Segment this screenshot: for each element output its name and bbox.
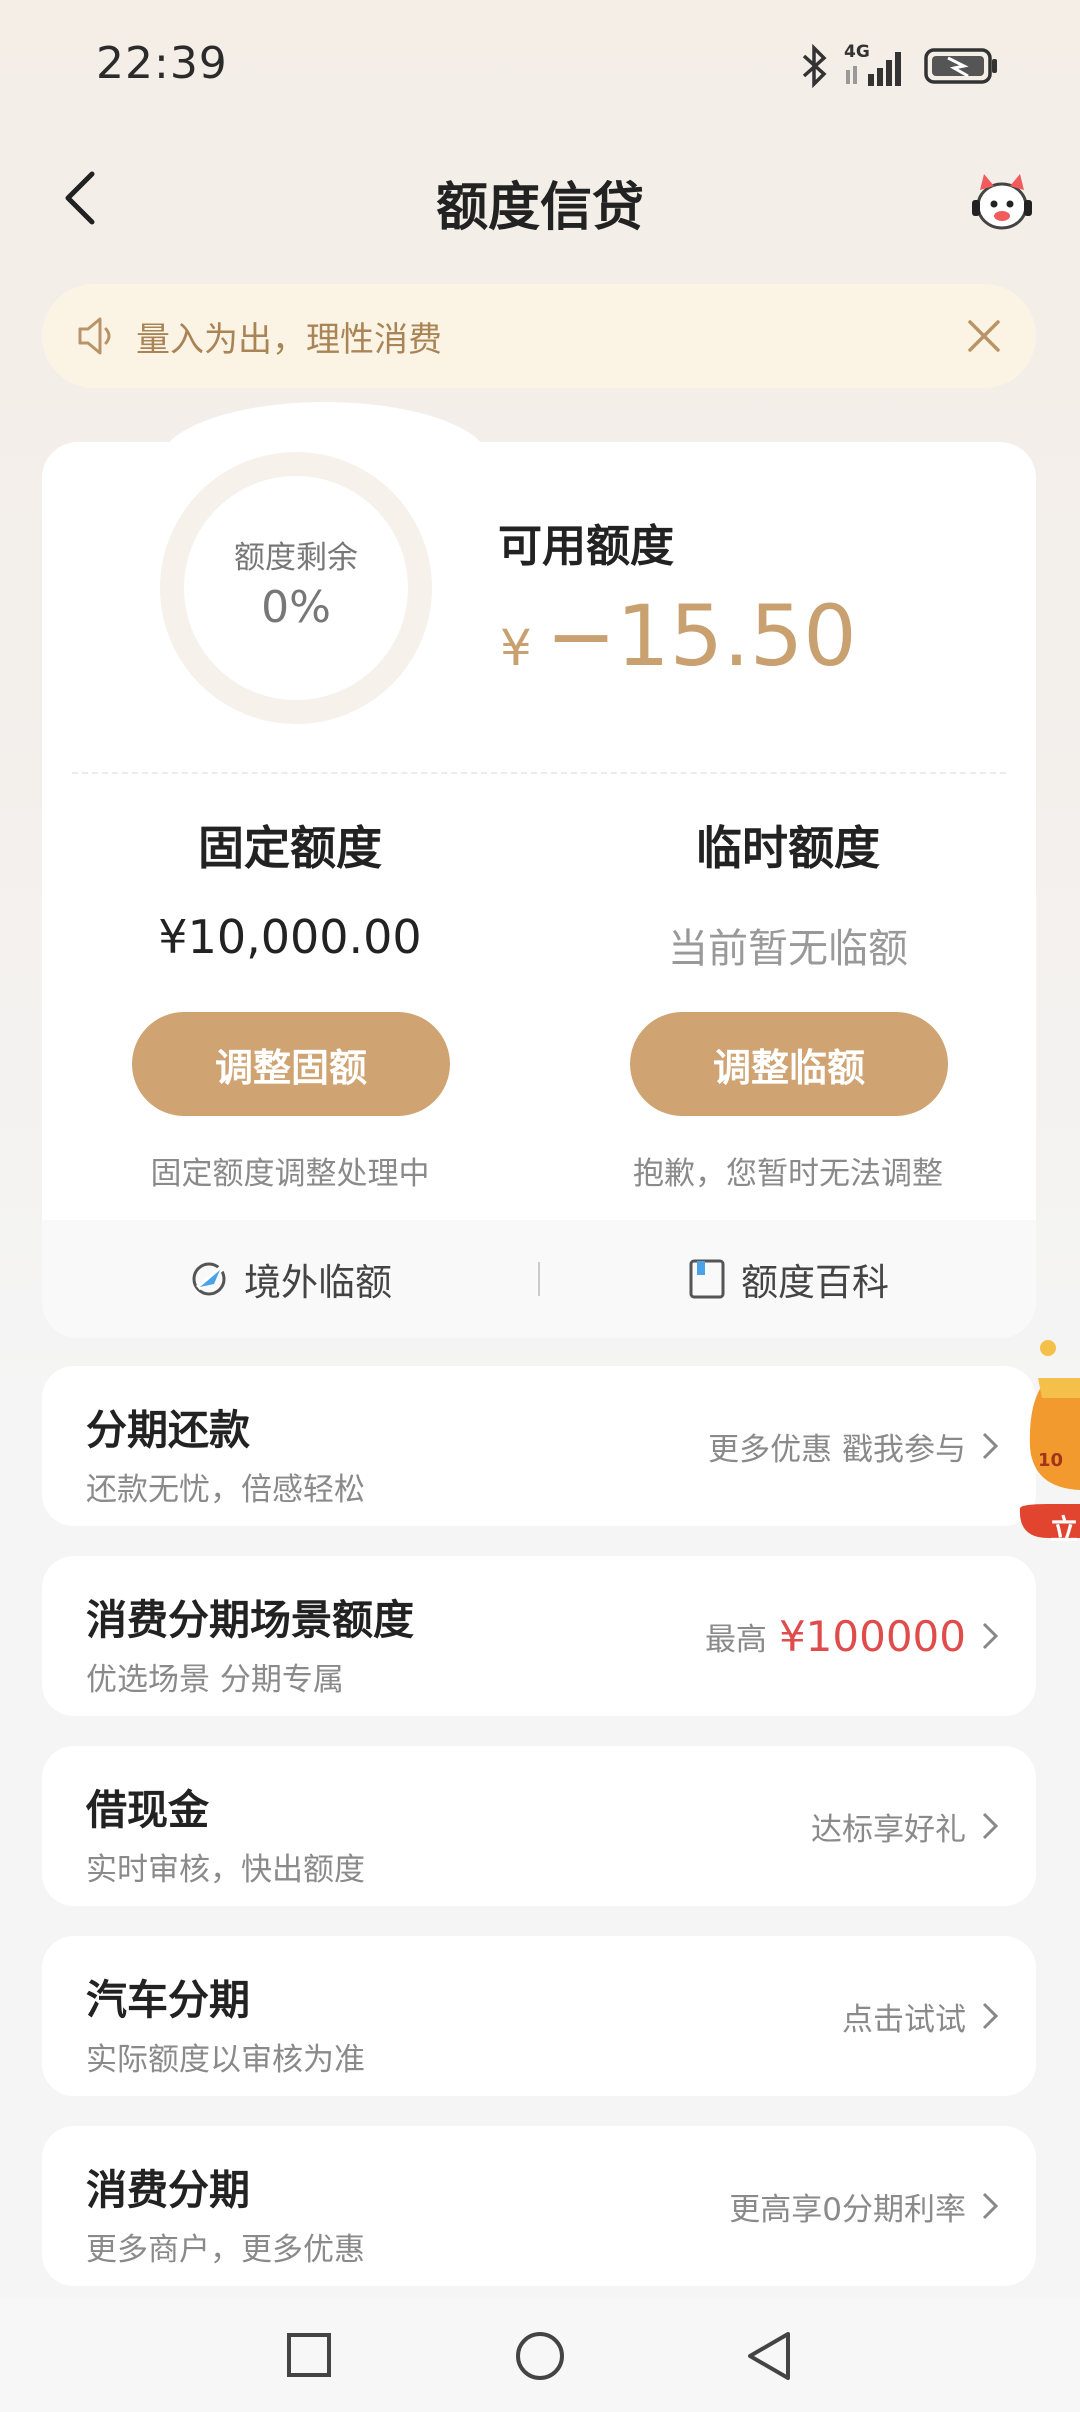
adjust-temp-button[interactable]: 调整临额 [630,1012,948,1116]
fixed-credit-value: ¥10,000.00 [158,910,422,964]
battery-charging-icon [924,48,997,84]
close-icon[interactable] [960,312,1008,360]
plane-globe-icon [192,1262,226,1296]
list-item-subtitle: 优选场景 分期专属 [86,1662,344,1698]
available-label: 可用额度 [498,521,674,572]
temp-credit-note: 抱歉，您暂时无法调整 [633,1156,943,1192]
available-amount: ¥ −15.50 [500,587,857,685]
home-icon[interactable] [514,2330,566,2382]
list-item-title: 借现金 [86,1786,209,1834]
system-nav-bar [0,2298,1080,2412]
list-item-borrow-cash[interactable]: 借现金 实时审核，快出额度 达标享好礼 [42,1746,1036,1906]
divider [72,772,1006,774]
list-item-car-installment[interactable]: 汽车分期 实际额度以审核为准 点击试试 [42,1936,1036,2096]
list-item-title: 消费分期 [86,2166,250,2214]
list-item-right-text: 更高享0分期利率 [729,2191,966,2228]
list-item-right: 点击试试 [842,1936,966,2096]
list-item-right: 更高享0分期利率 [729,2126,966,2286]
fixed-credit-note: 固定额度调整处理中 [150,1156,430,1192]
back-nav-icon[interactable] [744,2330,796,2382]
list-item-title: 消费分期场景额度 [86,1596,414,1644]
list-item-right-text: 更多优惠 戳我参与 [708,1431,966,1468]
speaker-icon [78,317,111,355]
adjust-fixed-button[interactable]: 调整固额 [132,1012,450,1116]
credit-card: 额度剩余 0% 可用额度 ¥ −15.50 固定额度 ¥10,000.00 调整… [42,442,1036,1338]
list-item-right-text: 达标享好礼 [811,1811,966,1848]
status-time: 22:39 [96,38,228,89]
notice-text: 量入为出，理性消费 [136,319,442,360]
credit-wiki-link[interactable]: 额度百科 [540,1252,1036,1306]
page-title: 额度信贷 [435,178,644,238]
list-item-right: 更多优惠 戳我参与 [708,1366,966,1526]
currency-symbol: ¥ [500,619,532,677]
chevron-right-icon [982,1432,999,1460]
signal-4g-icon: 4G [844,42,910,88]
list-item-subtitle: 实际额度以审核为准 [86,2042,365,2078]
ring-label: 额度剩余 [234,540,358,576]
list-item-subtitle: 更多商户，更多优惠 [86,2232,365,2268]
temp-credit-title: 临时额度 [696,821,880,875]
chevron-right-icon [982,2192,999,2220]
overseas-label: 境外临额 [244,1261,392,1304]
list-item-title: 汽车分期 [86,1976,250,2024]
wiki-label: 额度百科 [741,1261,889,1304]
chevron-right-icon [982,1622,999,1650]
status-icons: 4G [800,42,1000,88]
list-item-installment-repayment[interactable]: 分期还款 还款无忧，倍感轻松 更多优惠 戳我参与 [42,1366,1036,1526]
notice-banner: 量入为出，理性消费 [42,284,1036,388]
chevron-right-icon [982,1812,999,1840]
list-item-right-prefix: 最高 [704,1621,767,1658]
card-footer: 境外临额 额度百科 [42,1220,1036,1338]
fixed-credit-title: 固定额度 [198,821,382,875]
overseas-temp-credit-link[interactable]: 境外临额 [42,1252,538,1306]
list-item-title: 分期还款 [86,1406,250,1454]
list-item-subtitle: 还款无忧，倍感轻松 [86,1472,365,1508]
chevron-right-icon [982,2002,999,2030]
available-amount-value: −15.50 [545,587,857,685]
promo-text-top: 10 [1038,1450,1064,1471]
list-item-right: 最高 ¥100000 [705,1556,966,1716]
temp-credit-value: 当前暂无临额 [668,926,908,972]
recent-apps-icon[interactable] [286,2332,332,2378]
book-icon [689,1259,725,1299]
list-item-right-text: 点击试试 [842,2001,966,2038]
ring-value: 0% [261,582,331,633]
list-item-scene-credit[interactable]: 消费分期场景额度 优选场景 分期专属 最高 ¥100000 [42,1556,1036,1716]
bluetooth-icon [802,44,827,88]
promo-text-bottom: 立 [1050,1513,1079,1546]
floating-promo[interactable]: 10 立 [1008,1338,1080,1558]
list-item-consumer-installment[interactable]: 消费分期 更多商户，更多优惠 更高享0分期利率 [42,2126,1036,2286]
list-item-right: 达标享好礼 [811,1746,966,1906]
list-item-right-highlight: ¥100000 [778,1611,966,1661]
customer-service-icon[interactable] [966,166,1038,238]
list-item-subtitle: 实时审核，快出额度 [86,1852,365,1888]
